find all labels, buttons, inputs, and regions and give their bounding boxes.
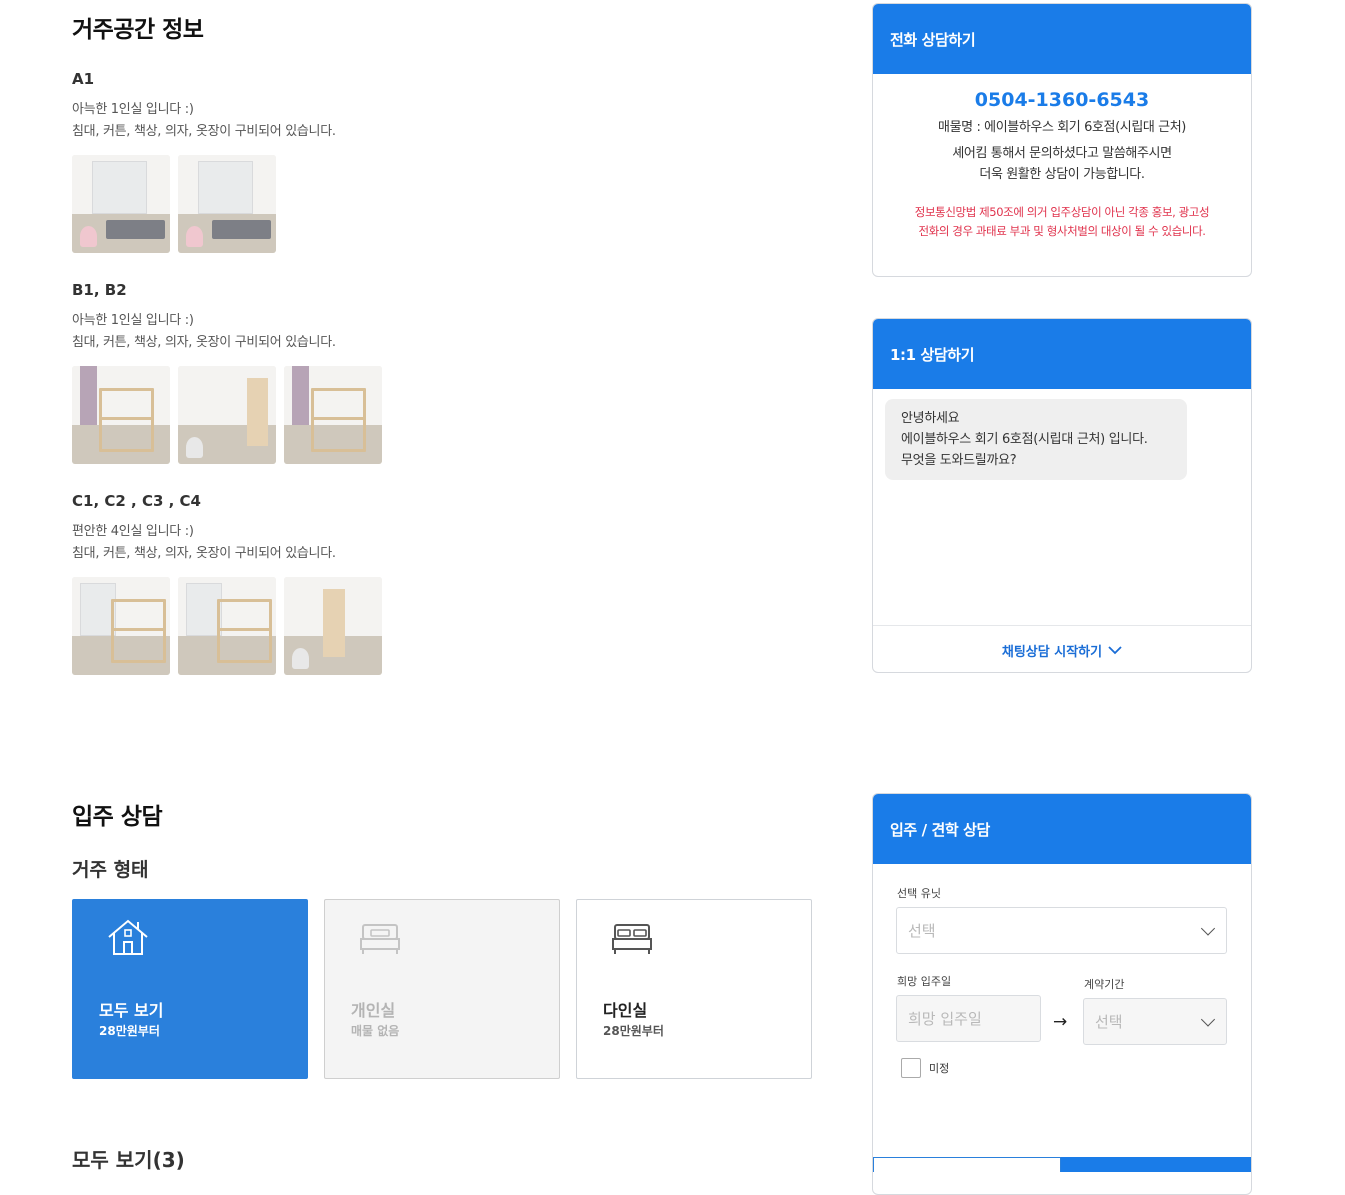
room-photo[interactable] xyxy=(72,577,170,675)
term-label: 계약기간 xyxy=(1084,978,1125,991)
double-bed-icon xyxy=(612,924,652,954)
phone-consult-panel: 전화 상담하기 0504-1360-6543 매물명 : 에이블하우스 회기 6… xyxy=(872,3,1252,277)
room-name: B1, B2 xyxy=(72,281,127,299)
chat-area: 안녕하세요 에이블하우스 회기 6호점(시립대 근처) 입니다. 무엇을 도와드… xyxy=(873,389,1251,626)
room-b: B1, B2 아늑한 1인실 입니다 :) 침대, 커튼, 책상, 의자, 옷장… xyxy=(72,281,832,464)
type-price: 28만원부터 xyxy=(99,1024,160,1038)
room-photo[interactable] xyxy=(284,366,382,464)
type-title: 모두 보기 xyxy=(99,1001,164,1020)
house-icon xyxy=(108,919,148,955)
consult-note-2: 더욱 원활한 상담이 가능합니다. xyxy=(979,167,1145,182)
chevron-down-icon xyxy=(1200,1011,1216,1027)
chevron-down-icon xyxy=(1200,920,1216,936)
phone-number[interactable]: 0504-1360-6543 xyxy=(873,89,1251,111)
room-desc: 아늑한 1인실 입니다 :) 침대, 커튼, 책상, 의자, 옷장이 구비되어 … xyxy=(72,313,336,350)
room-photo[interactable] xyxy=(178,366,276,464)
room-desc: 아늑한 1인실 입니다 :) 침대, 커튼, 책상, 의자, 옷장이 구비되어 … xyxy=(72,102,336,139)
movein-date-input[interactable]: 희망 입주일 xyxy=(896,995,1041,1042)
type-card-shared[interactable]: 다인실 28만원부터 xyxy=(576,899,812,1079)
term-select-value: 선택 xyxy=(1095,1013,1123,1031)
room-photo[interactable] xyxy=(178,155,276,253)
room-name: C1, C2 , C3 , C4 xyxy=(72,492,201,510)
room-photo[interactable] xyxy=(72,155,170,253)
secondary-form-button[interactable] xyxy=(873,1157,1061,1172)
phone-panel-title: 전화 상담하기 xyxy=(873,4,1251,74)
form-panel-title: 입주 / 견학 상담 xyxy=(873,794,1251,864)
movein-date-placeholder: 희망 입주일 xyxy=(908,1010,982,1028)
residence-type-heading: 거주 형태 xyxy=(72,859,149,881)
room-desc: 편안한 4인실 입니다 :) 침대, 커튼, 책상, 의자, 옷장이 구비되어 … xyxy=(72,524,336,561)
movein-title: 입주 상담 xyxy=(72,804,163,830)
type-price: 28만원부터 xyxy=(603,1024,664,1038)
term-select[interactable]: 선택 xyxy=(1083,998,1227,1045)
legal-warning-1: 정보통신망법 제50조에 의거 입주상담이 아닌 각종 홍보, 광고성 xyxy=(914,205,1210,219)
list-heading: 모두 보기(3) xyxy=(72,1148,185,1172)
undecided-checkbox[interactable] xyxy=(901,1058,921,1078)
type-card-all[interactable]: 모두 보기 28만원부터 xyxy=(72,899,308,1079)
room-name: A1 xyxy=(72,70,95,88)
room-c: C1, C2 , C3 , C4 편안한 4인실 입니다 :) 침대, 커튼, … xyxy=(72,492,832,675)
chevron-down-icon xyxy=(1108,646,1122,655)
start-chat-button[interactable]: 채팅상담 시작하기 xyxy=(873,626,1251,672)
room-photo[interactable] xyxy=(284,577,382,675)
unit-select[interactable]: 선택 xyxy=(896,907,1227,954)
start-chat-label: 채팅상담 시작하기 xyxy=(1001,644,1103,660)
date-label: 희망 입주일 xyxy=(897,975,952,988)
arrow-right-icon: → xyxy=(1053,1012,1068,1032)
type-availability: 매물 없음 xyxy=(351,1024,400,1038)
type-title: 개인실 xyxy=(351,1001,396,1020)
chat-greeting-bubble: 안녕하세요 에이블하우스 회기 6호점(시립대 근처) 입니다. 무엇을 도와드… xyxy=(885,399,1187,480)
type-title: 다인실 xyxy=(603,1001,648,1020)
room-a1: A1 아늑한 1인실 입니다 :) 침대, 커튼, 책상, 의자, 옷장이 구비… xyxy=(72,70,832,253)
undecided-label: 미정 xyxy=(929,1062,950,1075)
primary-form-button[interactable] xyxy=(1061,1157,1251,1172)
type-card-single[interactable]: 개인실 매물 없음 xyxy=(324,899,560,1079)
room-photo[interactable] xyxy=(72,366,170,464)
property-name: 매물명 : 에이블하우스 회기 6호점(시립대 근처) xyxy=(938,120,1186,135)
chat-consult-panel: 1:1 상담하기 안녕하세요 에이블하우스 회기 6호점(시립대 근처) 입니다… xyxy=(872,318,1252,673)
unit-label: 선택 유닛 xyxy=(897,887,941,900)
single-bed-icon xyxy=(360,924,400,954)
consult-note-1: 셰어킴 통해서 문의하셨다고 말씀해주시면 xyxy=(952,146,1172,161)
residence-title: 거주공간 정보 xyxy=(72,17,204,43)
unit-select-value: 선택 xyxy=(908,922,936,940)
room-photo[interactable] xyxy=(178,577,276,675)
legal-warning-2: 전화의 경우 과태료 부과 및 형사처벌의 대상이 될 수 있습니다. xyxy=(918,224,1206,238)
chat-panel-title: 1:1 상담하기 xyxy=(873,319,1251,389)
movein-form-panel: 입주 / 견학 상담 xyxy=(872,793,1252,1195)
